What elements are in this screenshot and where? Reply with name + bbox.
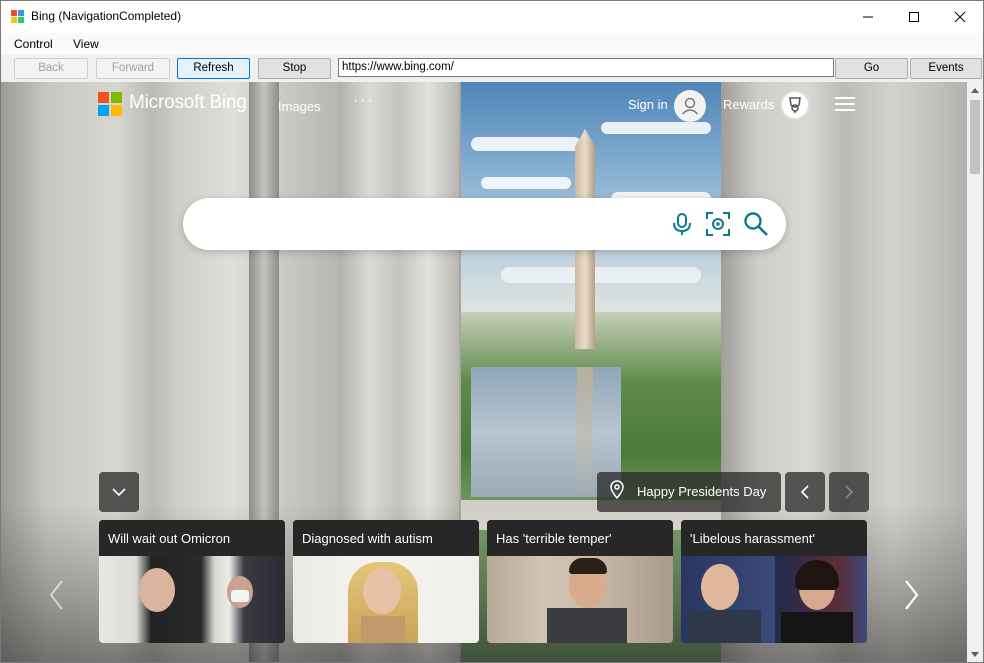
bing-brand[interactable]: Microsoft Bing (129, 92, 247, 114)
minimize-button[interactable] (845, 1, 891, 33)
news-card-title: Diagnosed with autism (293, 520, 479, 556)
hamburger-menu-icon[interactable] (835, 97, 855, 111)
chevron-left-icon (800, 485, 809, 499)
avatar-icon[interactable] (674, 90, 706, 122)
nav-images-link[interactable]: Images (278, 99, 321, 114)
close-icon (954, 11, 966, 23)
search-input[interactable] (205, 212, 665, 236)
news-next-arrow[interactable] (900, 577, 922, 613)
news-card-title: 'Libelous harassment' (681, 520, 867, 556)
next-image-button[interactable] (829, 472, 869, 512)
image-info-button[interactable]: Happy Presidents Day (597, 472, 781, 512)
visual-search-icon[interactable] (705, 211, 731, 237)
image-info-label: Happy Presidents Day (637, 484, 767, 499)
app-icon (11, 10, 25, 24)
refresh-button[interactable]: Refresh (177, 58, 250, 79)
news-card-image (293, 556, 479, 643)
stop-button[interactable]: Stop (258, 58, 331, 79)
back-button[interactable]: Back (14, 58, 88, 79)
forward-button[interactable]: Forward (96, 58, 170, 79)
menu-control[interactable]: Control (14, 37, 53, 51)
close-button[interactable] (937, 1, 983, 33)
previous-image-button[interactable] (785, 472, 825, 512)
search-box (183, 198, 786, 250)
search-icon[interactable] (743, 211, 769, 237)
sign-in-link[interactable]: Sign in (628, 97, 668, 112)
chevron-down-icon (112, 488, 126, 497)
news-card[interactable]: Has 'terrible temper' (487, 520, 673, 643)
menu-bar: Control View (1, 33, 983, 55)
scroll-down-arrow-icon[interactable] (971, 652, 979, 657)
menu-view[interactable]: View (73, 37, 99, 51)
news-card-image (487, 556, 673, 643)
maximize-button[interactable] (891, 1, 937, 33)
chevron-right-icon (845, 485, 854, 499)
chevron-right-icon (905, 580, 919, 610)
address-bar[interactable]: https://www.bing.com/ (338, 58, 834, 77)
scroll-up-arrow-icon[interactable] (971, 88, 979, 93)
rewards-trophy-icon[interactable] (780, 90, 810, 120)
news-card[interactable]: Will wait out Omicron (99, 520, 285, 643)
news-card-title: Will wait out Omicron (99, 520, 285, 556)
collapse-feed-button[interactable] (99, 472, 139, 512)
app-window: Bing (NavigationCompleted) Control View … (0, 0, 984, 663)
vertical-scrollbar[interactable] (967, 82, 983, 662)
news-card[interactable]: Diagnosed with autism (293, 520, 479, 643)
go-button[interactable]: Go (835, 58, 908, 79)
news-card[interactable]: 'Libelous harassment' (681, 520, 867, 643)
microsoft-logo-icon[interactable] (98, 92, 122, 116)
chevron-left-icon (49, 580, 63, 610)
web-view[interactable]: Microsoft Bing Images ··· Sign in Reward… (1, 82, 967, 662)
events-button[interactable]: Events (910, 58, 982, 79)
microphone-icon[interactable] (669, 211, 695, 237)
maximize-icon (909, 12, 919, 22)
window-title: Bing (NavigationCompleted) (31, 9, 182, 23)
news-card-image (681, 556, 867, 643)
nav-more-icon[interactable]: ··· (353, 92, 375, 110)
scroll-thumb[interactable] (970, 100, 980, 174)
news-prev-arrow[interactable] (46, 577, 68, 613)
title-bar: Bing (NavigationCompleted) (1, 1, 983, 33)
minimize-icon (863, 16, 873, 18)
news-card-title: Has 'terrible temper' (487, 520, 673, 556)
toolbar: Back Forward Refresh Stop https://www.bi… (1, 55, 983, 82)
news-card-image (99, 556, 285, 643)
rewards-link[interactable]: Rewards (723, 97, 774, 112)
